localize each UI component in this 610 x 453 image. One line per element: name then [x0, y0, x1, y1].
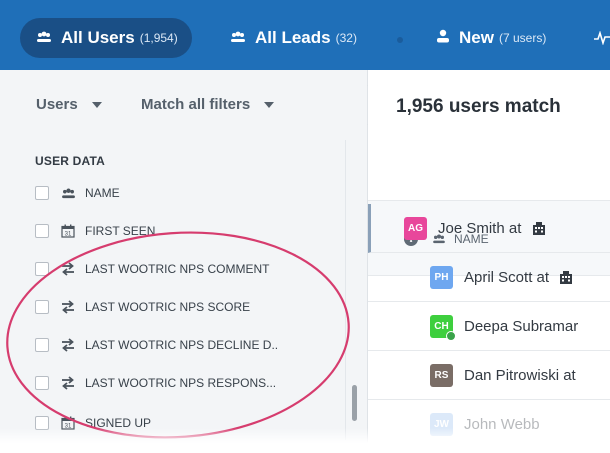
filter-item-label: LAST WOOTRIC NPS RESPONS...: [85, 376, 277, 390]
checkbox[interactable]: [35, 376, 49, 390]
panel-divider: [345, 140, 346, 440]
calendar-icon: 31: [59, 224, 77, 238]
sync-arrows-icon: [59, 300, 77, 314]
avatar-initials: AG: [408, 222, 423, 234]
results-summary: 1,956 users match: [396, 96, 561, 117]
filter-item-nps-comment[interactable]: LAST WOOTRIC NPS COMMENT: [35, 258, 269, 280]
tab-new[interactable]: New (7 users): [436, 22, 546, 54]
building-icon: [532, 222, 545, 236]
separator-dot: [397, 37, 403, 43]
activity-icon[interactable]: [594, 22, 610, 54]
avatar: AG: [404, 216, 427, 240]
svg-text:31: 31: [65, 232, 72, 238]
user-name-text: April Scott at: [464, 268, 550, 286]
checkbox[interactable]: [35, 262, 49, 276]
filter-bar: Users Match all filters: [0, 70, 367, 140]
users-icon: [36, 28, 52, 48]
checkbox[interactable]: [35, 224, 49, 238]
results-panel: 1,956 users match i NAME AG Joe Smith at…: [368, 70, 610, 453]
avatar: PH: [430, 265, 453, 289]
tab-count: (32): [335, 31, 357, 45]
tab-label: All Leads: [255, 28, 331, 47]
chevron-down-icon: [264, 101, 275, 108]
filter-item-label: LAST WOOTRIC NPS SCORE: [85, 300, 251, 314]
filter-item-nps-response[interactable]: LAST WOOTRIC NPS RESPONS...: [35, 372, 276, 394]
checkbox[interactable]: [35, 186, 49, 200]
table-row[interactable]: PH April Scott at: [368, 253, 610, 302]
user-name: Dan Pitrowiski at: [464, 366, 576, 384]
tab-all-leads[interactable]: All Leads (32): [230, 22, 357, 54]
filter-item-label: NAME: [85, 186, 120, 200]
users-icon: [230, 28, 246, 48]
bottom-fade: [0, 428, 610, 453]
tab-label: All Users: [61, 28, 135, 47]
filter-item-label: FIRST SEEN: [85, 224, 156, 238]
user-icon: [436, 28, 450, 48]
filter-item-name[interactable]: NAME: [35, 182, 120, 204]
avatar: RS: [430, 363, 453, 387]
user-name: April Scott at: [464, 269, 573, 286]
filter-item-first-seen[interactable]: 31 FIRST SEEN: [35, 220, 155, 242]
checkbox[interactable]: [35, 338, 49, 352]
avatar-initials: PH: [434, 271, 449, 283]
tab-count: (7 users): [498, 31, 547, 45]
avatar: CH: [430, 314, 456, 341]
tab-all-users[interactable]: All Users (1,954): [20, 18, 192, 58]
users-icon: [59, 188, 77, 199]
table-row[interactable]: CH Deepa Subramar: [368, 302, 610, 351]
scrollbar-thumb[interactable]: [352, 385, 357, 421]
section-title-user-data: USER DATA: [35, 154, 106, 168]
tab-count: (1,954): [139, 31, 178, 45]
building-icon: [560, 271, 573, 285]
filter-item-label: LAST WOOTRIC NPS DECLINE D..: [85, 338, 279, 352]
user-name-text: Joe Smith at: [438, 219, 522, 237]
checkbox[interactable]: [35, 300, 49, 314]
chevron-down-icon: [91, 101, 102, 108]
table-row[interactable]: RS Dan Pitrowiski at: [368, 351, 610, 400]
app-window: All Users (1,954) All Leads (32) New (7 …: [0, 0, 610, 453]
sync-arrows-icon: [59, 262, 77, 276]
scope-label: Users: [36, 96, 78, 113]
tab-label: New: [459, 28, 494, 47]
user-name: Joe Smith at: [438, 220, 546, 237]
avatar-initials: CH: [434, 320, 449, 332]
table-row[interactable]: AG Joe Smith at: [368, 204, 610, 253]
sync-arrows-icon: [59, 338, 77, 352]
filter-item-label: LAST WOOTRIC NPS COMMENT: [85, 262, 270, 276]
online-status-dot: [446, 330, 456, 341]
filter-item-nps-decline[interactable]: LAST WOOTRIC NPS DECLINE D..: [35, 334, 278, 356]
sync-arrows-icon: [59, 376, 77, 390]
top-nav-bar: All Users (1,954) All Leads (32) New (7 …: [0, 0, 610, 70]
user-name: Deepa Subramar: [464, 317, 579, 335]
match-mode-dropdown[interactable]: Match all filters: [141, 96, 275, 113]
match-mode-label: Match all filters: [141, 96, 251, 113]
filter-item-nps-score[interactable]: LAST WOOTRIC NPS SCORE: [35, 296, 250, 318]
scope-dropdown[interactable]: Users: [36, 96, 102, 113]
avatar-initials: RS: [434, 369, 449, 381]
